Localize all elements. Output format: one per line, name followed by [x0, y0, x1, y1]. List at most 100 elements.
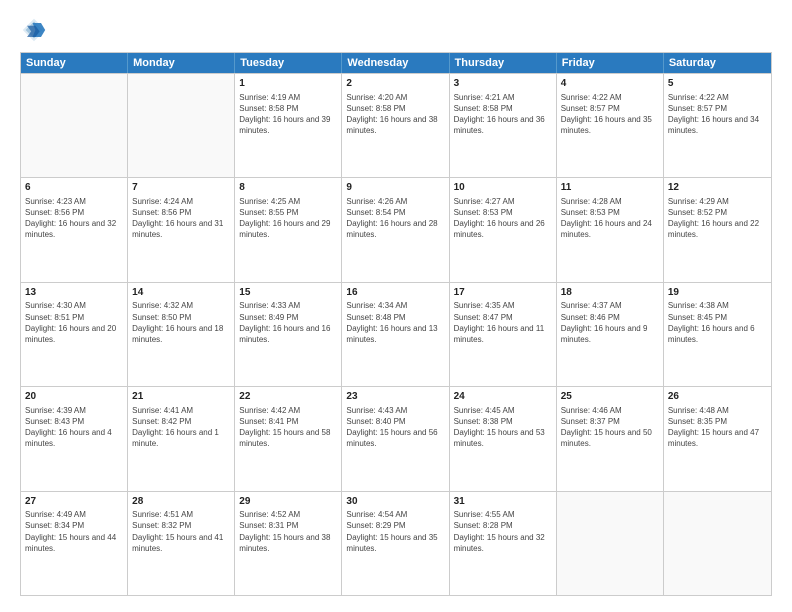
day-info: Sunrise: 4:54 AM Sunset: 8:29 PM Dayligh…: [346, 509, 444, 554]
day-number: 9: [346, 181, 444, 195]
weekday-header-friday: Friday: [557, 53, 664, 73]
day-number: 15: [239, 286, 337, 300]
day-info: Sunrise: 4:22 AM Sunset: 8:57 PM Dayligh…: [561, 92, 659, 137]
header: [20, 16, 772, 44]
day-info: Sunrise: 4:48 AM Sunset: 8:35 PM Dayligh…: [668, 405, 767, 450]
day-number: 28: [132, 495, 230, 509]
day-info: Sunrise: 4:27 AM Sunset: 8:53 PM Dayligh…: [454, 196, 552, 241]
calendar-day-18: 18Sunrise: 4:37 AM Sunset: 8:46 PM Dayli…: [557, 283, 664, 386]
day-info: Sunrise: 4:23 AM Sunset: 8:56 PM Dayligh…: [25, 196, 123, 241]
calendar-day-9: 9Sunrise: 4:26 AM Sunset: 8:54 PM Daylig…: [342, 178, 449, 281]
day-info: Sunrise: 4:32 AM Sunset: 8:50 PM Dayligh…: [132, 300, 230, 345]
day-number: 5: [668, 77, 767, 91]
day-number: 8: [239, 181, 337, 195]
day-number: 17: [454, 286, 552, 300]
day-info: Sunrise: 4:19 AM Sunset: 8:58 PM Dayligh…: [239, 92, 337, 137]
calendar-day-7: 7Sunrise: 4:24 AM Sunset: 8:56 PM Daylig…: [128, 178, 235, 281]
day-info: Sunrise: 4:29 AM Sunset: 8:52 PM Dayligh…: [668, 196, 767, 241]
day-info: Sunrise: 4:46 AM Sunset: 8:37 PM Dayligh…: [561, 405, 659, 450]
day-number: 30: [346, 495, 444, 509]
calendar-day-28: 28Sunrise: 4:51 AM Sunset: 8:32 PM Dayli…: [128, 492, 235, 595]
day-number: 21: [132, 390, 230, 404]
calendar-header: SundayMondayTuesdayWednesdayThursdayFrid…: [21, 53, 771, 73]
calendar-day-2: 2Sunrise: 4:20 AM Sunset: 8:58 PM Daylig…: [342, 74, 449, 177]
day-number: 24: [454, 390, 552, 404]
calendar-day-4: 4Sunrise: 4:22 AM Sunset: 8:57 PM Daylig…: [557, 74, 664, 177]
weekday-header-saturday: Saturday: [664, 53, 771, 73]
day-number: 11: [561, 181, 659, 195]
day-number: 20: [25, 390, 123, 404]
calendar-body: 1Sunrise: 4:19 AM Sunset: 8:58 PM Daylig…: [21, 73, 771, 595]
calendar-week-5: 27Sunrise: 4:49 AM Sunset: 8:34 PM Dayli…: [21, 491, 771, 595]
logo: [20, 16, 50, 44]
calendar-day-empty: [557, 492, 664, 595]
day-info: Sunrise: 4:33 AM Sunset: 8:49 PM Dayligh…: [239, 300, 337, 345]
day-number: 16: [346, 286, 444, 300]
calendar-day-10: 10Sunrise: 4:27 AM Sunset: 8:53 PM Dayli…: [450, 178, 557, 281]
calendar-day-27: 27Sunrise: 4:49 AM Sunset: 8:34 PM Dayli…: [21, 492, 128, 595]
day-number: 10: [454, 181, 552, 195]
calendar-day-3: 3Sunrise: 4:21 AM Sunset: 8:58 PM Daylig…: [450, 74, 557, 177]
day-info: Sunrise: 4:37 AM Sunset: 8:46 PM Dayligh…: [561, 300, 659, 345]
day-number: 23: [346, 390, 444, 404]
calendar-day-empty: [664, 492, 771, 595]
day-info: Sunrise: 4:35 AM Sunset: 8:47 PM Dayligh…: [454, 300, 552, 345]
day-number: 7: [132, 181, 230, 195]
calendar-day-12: 12Sunrise: 4:29 AM Sunset: 8:52 PM Dayli…: [664, 178, 771, 281]
calendar-day-24: 24Sunrise: 4:45 AM Sunset: 8:38 PM Dayli…: [450, 387, 557, 490]
weekday-header-thursday: Thursday: [450, 53, 557, 73]
day-number: 1: [239, 77, 337, 91]
day-info: Sunrise: 4:51 AM Sunset: 8:32 PM Dayligh…: [132, 509, 230, 554]
day-number: 25: [561, 390, 659, 404]
day-number: 29: [239, 495, 337, 509]
day-number: 6: [25, 181, 123, 195]
calendar-week-2: 6Sunrise: 4:23 AM Sunset: 8:56 PM Daylig…: [21, 177, 771, 281]
weekday-header-wednesday: Wednesday: [342, 53, 449, 73]
day-number: 19: [668, 286, 767, 300]
day-number: 26: [668, 390, 767, 404]
day-info: Sunrise: 4:24 AM Sunset: 8:56 PM Dayligh…: [132, 196, 230, 241]
calendar-day-19: 19Sunrise: 4:38 AM Sunset: 8:45 PM Dayli…: [664, 283, 771, 386]
calendar-day-empty: [128, 74, 235, 177]
day-info: Sunrise: 4:30 AM Sunset: 8:51 PM Dayligh…: [25, 300, 123, 345]
calendar-day-11: 11Sunrise: 4:28 AM Sunset: 8:53 PM Dayli…: [557, 178, 664, 281]
calendar-day-22: 22Sunrise: 4:42 AM Sunset: 8:41 PM Dayli…: [235, 387, 342, 490]
calendar-day-25: 25Sunrise: 4:46 AM Sunset: 8:37 PM Dayli…: [557, 387, 664, 490]
day-number: 22: [239, 390, 337, 404]
calendar-day-23: 23Sunrise: 4:43 AM Sunset: 8:40 PM Dayli…: [342, 387, 449, 490]
day-number: 12: [668, 181, 767, 195]
calendar-day-29: 29Sunrise: 4:52 AM Sunset: 8:31 PM Dayli…: [235, 492, 342, 595]
calendar-day-6: 6Sunrise: 4:23 AM Sunset: 8:56 PM Daylig…: [21, 178, 128, 281]
calendar-day-20: 20Sunrise: 4:39 AM Sunset: 8:43 PM Dayli…: [21, 387, 128, 490]
calendar: SundayMondayTuesdayWednesdayThursdayFrid…: [20, 52, 772, 596]
day-number: 2: [346, 77, 444, 91]
weekday-header-tuesday: Tuesday: [235, 53, 342, 73]
weekday-header-sunday: Sunday: [21, 53, 128, 73]
calendar-day-14: 14Sunrise: 4:32 AM Sunset: 8:50 PM Dayli…: [128, 283, 235, 386]
day-info: Sunrise: 4:21 AM Sunset: 8:58 PM Dayligh…: [454, 92, 552, 137]
day-number: 18: [561, 286, 659, 300]
calendar-week-3: 13Sunrise: 4:30 AM Sunset: 8:51 PM Dayli…: [21, 282, 771, 386]
day-info: Sunrise: 4:38 AM Sunset: 8:45 PM Dayligh…: [668, 300, 767, 345]
calendar-day-31: 31Sunrise: 4:55 AM Sunset: 8:28 PM Dayli…: [450, 492, 557, 595]
weekday-header-monday: Monday: [128, 53, 235, 73]
day-number: 3: [454, 77, 552, 91]
day-info: Sunrise: 4:28 AM Sunset: 8:53 PM Dayligh…: [561, 196, 659, 241]
day-info: Sunrise: 4:39 AM Sunset: 8:43 PM Dayligh…: [25, 405, 123, 450]
day-info: Sunrise: 4:41 AM Sunset: 8:42 PM Dayligh…: [132, 405, 230, 450]
calendar-week-1: 1Sunrise: 4:19 AM Sunset: 8:58 PM Daylig…: [21, 73, 771, 177]
page: SundayMondayTuesdayWednesdayThursdayFrid…: [0, 0, 792, 612]
calendar-day-17: 17Sunrise: 4:35 AM Sunset: 8:47 PM Dayli…: [450, 283, 557, 386]
calendar-week-4: 20Sunrise: 4:39 AM Sunset: 8:43 PM Dayli…: [21, 386, 771, 490]
calendar-day-empty: [21, 74, 128, 177]
day-info: Sunrise: 4:43 AM Sunset: 8:40 PM Dayligh…: [346, 405, 444, 450]
calendar-day-13: 13Sunrise: 4:30 AM Sunset: 8:51 PM Dayli…: [21, 283, 128, 386]
calendar-day-30: 30Sunrise: 4:54 AM Sunset: 8:29 PM Dayli…: [342, 492, 449, 595]
day-info: Sunrise: 4:55 AM Sunset: 8:28 PM Dayligh…: [454, 509, 552, 554]
calendar-day-1: 1Sunrise: 4:19 AM Sunset: 8:58 PM Daylig…: [235, 74, 342, 177]
day-info: Sunrise: 4:25 AM Sunset: 8:55 PM Dayligh…: [239, 196, 337, 241]
day-number: 14: [132, 286, 230, 300]
calendar-day-8: 8Sunrise: 4:25 AM Sunset: 8:55 PM Daylig…: [235, 178, 342, 281]
day-number: 27: [25, 495, 123, 509]
calendar-day-26: 26Sunrise: 4:48 AM Sunset: 8:35 PM Dayli…: [664, 387, 771, 490]
